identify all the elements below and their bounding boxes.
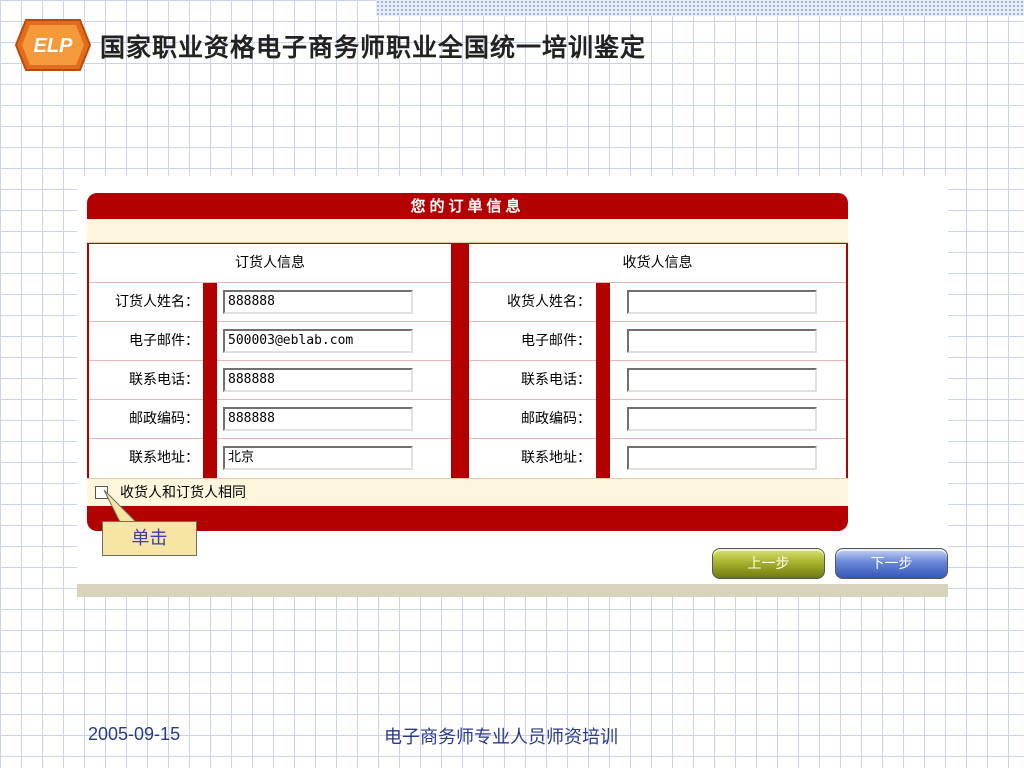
receiver-row-address: 联系地址： — [469, 439, 846, 478]
field-label: 联系地址： — [129, 450, 199, 466]
screenshot-bottom-bar — [77, 584, 948, 597]
logo-text: ELP — [34, 35, 74, 57]
next-step-button[interactable]: 下一步 — [835, 548, 948, 579]
orderer-row-phone: 联系电话： 888888 — [89, 361, 451, 400]
receiver-row-postcode: 邮政编码： — [469, 400, 846, 439]
field-label: 电子邮件： — [521, 333, 591, 349]
orderer-row-email: 电子邮件： 500003@eblab.com — [89, 322, 451, 361]
order-subheader-bar — [87, 219, 848, 243]
row-divider — [203, 439, 217, 478]
row-divider — [203, 283, 217, 322]
field-label: 订货人姓名： — [115, 294, 199, 310]
orderer-row-postcode: 邮政编码： 888888 — [89, 400, 451, 439]
orderer-row-name: 订货人姓名： 888888 — [89, 283, 451, 322]
row-divider — [596, 322, 610, 361]
receiver-address-input[interactable] — [627, 446, 817, 470]
field-label: 邮政编码： — [129, 411, 199, 427]
order-header: 您的订单信息 — [410, 197, 525, 215]
footer-date: 2005-09-15 — [88, 724, 181, 744]
orderer-heading: 订货人信息 — [89, 244, 451, 283]
receiver-row-phone: 联系电话： — [469, 361, 846, 400]
field-label: 联系电话： — [129, 372, 199, 388]
order-info-panel: 您的订单信息 订货人信息 订货人姓名： 888888 电子邮件： 500003@… — [87, 193, 848, 531]
elp-logo: ELP — [14, 18, 92, 72]
same-as-orderer-bar: 收货人和订货人相同 — [87, 478, 848, 506]
row-divider — [596, 400, 610, 439]
slide-title: 国家职业资格电子商务师职业全国统一培训鉴定 — [100, 33, 647, 62]
orderer-phone-input[interactable]: 888888 — [223, 368, 413, 392]
field-label: 联系电话： — [521, 372, 591, 388]
receiver-row-name: 收货人姓名： — [469, 283, 846, 322]
receiver-postcode-input[interactable] — [627, 407, 817, 431]
row-divider — [203, 361, 217, 400]
row-divider — [596, 439, 610, 478]
prev-step-button[interactable]: 上一步 — [712, 548, 825, 579]
row-divider — [203, 400, 217, 439]
field-label: 收货人姓名： — [507, 294, 591, 310]
row-divider — [203, 322, 217, 361]
receiver-row-email: 电子邮件： — [469, 322, 846, 361]
receiver-info-column: 收货人信息 收货人姓名： 电子邮件： 联系电话： 邮政编码： 联系地址： — [469, 244, 846, 478]
receiver-email-input[interactable] — [627, 329, 817, 353]
field-label: 邮政编码： — [521, 411, 591, 427]
field-label: 电子邮件： — [129, 333, 199, 349]
receiver-phone-input[interactable] — [627, 368, 817, 392]
receiver-name-input[interactable] — [627, 290, 817, 314]
orderer-email-input[interactable]: 500003@eblab.com — [223, 329, 413, 353]
field-label: 联系地址： — [521, 450, 591, 466]
receiver-heading: 收货人信息 — [469, 244, 846, 283]
orderer-postcode-input[interactable]: 888888 — [223, 407, 413, 431]
orderer-address-input[interactable]: 北京 — [223, 446, 413, 470]
click-callout: 单击 — [102, 521, 197, 556]
orderer-info-column: 订货人信息 订货人姓名： 888888 电子邮件： 500003@eblab.c… — [89, 244, 451, 478]
orderer-name-input[interactable]: 888888 — [223, 290, 413, 314]
top-decorative-strip — [376, 0, 1024, 16]
footer-caption: 电子商务师专业人员师资培训 — [384, 727, 618, 748]
row-divider — [596, 283, 610, 322]
orderer-row-address: 联系地址： 北京 — [89, 439, 451, 478]
row-divider — [596, 361, 610, 400]
